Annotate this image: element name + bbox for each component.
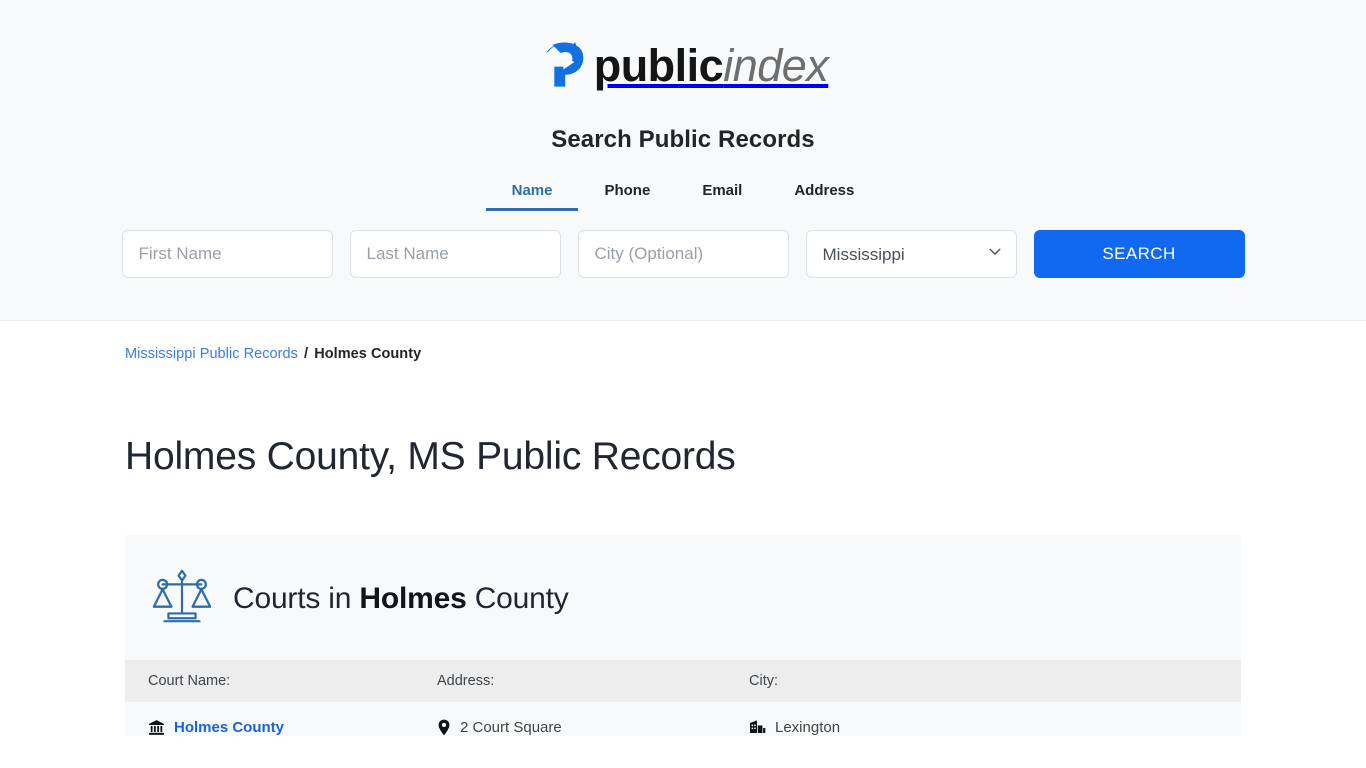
state-select[interactable]: Mississippi xyxy=(805,230,1017,278)
breadcrumb-separator: / xyxy=(304,346,309,362)
search-type-tabs: Name Phone Email Address xyxy=(0,176,1366,211)
column-header-court-name: Court Name: xyxy=(148,673,231,689)
cell-city: Lexington xyxy=(749,719,1049,736)
search-submit-button[interactable]: SEARCH xyxy=(1033,230,1245,278)
logo-text: publicindex xyxy=(594,43,829,88)
breadcrumb: Mississippi Public Records / Holmes Coun… xyxy=(125,346,1241,362)
courts-card-header: Courts in Holmes County xyxy=(125,535,1241,660)
state-select-wrapper: Mississippi xyxy=(805,230,1017,278)
courts-card: Courts in Holmes County Court Name: Addr… xyxy=(125,535,1241,736)
table-row: Holmes County 2 Court Square Lexington xyxy=(125,702,1241,736)
courts-title-suffix: County xyxy=(466,581,569,615)
tab-address[interactable]: Address xyxy=(768,176,880,211)
breadcrumb-link-state[interactable]: Mississippi Public Records xyxy=(125,346,298,362)
first-name-input[interactable] xyxy=(121,230,333,278)
search-section-title: Search Public Records xyxy=(551,126,815,153)
tab-name[interactable]: Name xyxy=(485,176,579,211)
logo-text-public: public xyxy=(593,39,724,91)
last-name-input[interactable] xyxy=(349,230,561,278)
tab-email[interactable]: Email xyxy=(676,176,768,211)
cell-address: 2 Court Square xyxy=(437,719,749,736)
city-building-icon xyxy=(749,719,766,734)
city-input[interactable] xyxy=(577,230,789,278)
main-content: Mississippi Public Records / Holmes Coun… xyxy=(125,321,1241,736)
courts-card-title: Courts in Holmes County xyxy=(233,582,569,616)
tab-phone[interactable]: Phone xyxy=(578,176,676,211)
court-name-link[interactable]: Holmes County xyxy=(174,719,284,736)
people-search-form: Mississippi SEARCH xyxy=(0,230,1366,278)
logo-text-index: index xyxy=(723,39,829,91)
court-city-text: Lexington xyxy=(775,719,841,736)
cell-court-name: Holmes County xyxy=(125,719,437,736)
courts-title-county: Holmes xyxy=(359,581,467,615)
public-index-arrow-logo-icon xyxy=(538,34,596,97)
courts-title-prefix: Courts in xyxy=(233,581,360,615)
site-logo[interactable]: publicindex xyxy=(538,34,829,97)
scales-of-justice-icon xyxy=(151,565,213,632)
page-title: Holmes County, MS Public Records xyxy=(125,435,736,478)
column-header-city: City: xyxy=(749,673,778,689)
court-address-text: 2 Court Square xyxy=(460,719,562,736)
logo-wrapper: publicindex xyxy=(0,26,1366,104)
courts-table-header: Court Name: Address: City: xyxy=(125,660,1241,702)
courthouse-icon xyxy=(148,719,165,736)
breadcrumb-current: Holmes County xyxy=(314,346,422,362)
site-header: publicindex Search Public Records Name P… xyxy=(0,0,1366,321)
column-header-address: Address: xyxy=(437,673,495,689)
map-pin-icon xyxy=(437,719,451,736)
